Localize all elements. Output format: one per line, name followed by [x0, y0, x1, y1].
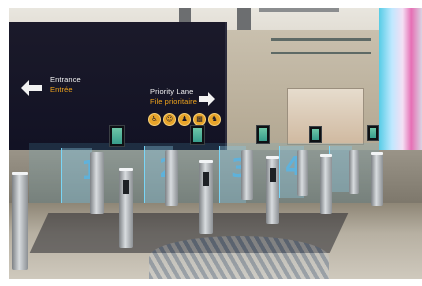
accessibility-icon: ♿ [148, 113, 161, 126]
mezzanine-railing [271, 52, 371, 54]
gate-card-reader [123, 180, 129, 194]
gate-screen [256, 125, 270, 144]
entrance-label-fr: Entrée [50, 85, 73, 94]
gate-card-reader [203, 172, 209, 186]
gate-post-light [12, 172, 28, 175]
gate-post [12, 174, 28, 270]
gate-post [320, 156, 332, 214]
arrow-left-icon [21, 80, 42, 96]
gate-post [165, 150, 178, 206]
gate-post-light [199, 160, 213, 163]
gate-screen [109, 125, 125, 147]
gate-screen [190, 125, 205, 145]
priority-lane-label-fr: File prioritaire [150, 97, 198, 106]
entrance-label: Entrance [50, 75, 81, 84]
gate-post-light [320, 154, 332, 157]
gate-post-light [266, 156, 279, 159]
ceiling-beam [259, 8, 339, 12]
ceiling-beam [179, 8, 191, 22]
person-icon: ☺ [163, 113, 176, 126]
gate-post [371, 154, 383, 206]
priority-pictograms: ♿ ☺ ♟ ▩ ♞ [148, 113, 221, 126]
airport-security-gates-photo: Entrance Entrée Priority Lane File prior… [9, 8, 422, 279]
priority-lane-label: Priority Lane [150, 87, 194, 96]
gate-post [241, 150, 253, 200]
floor-mosaic [149, 236, 329, 279]
gate-post [297, 150, 308, 196]
gate-screen [367, 125, 379, 141]
gate-card-reader [270, 168, 276, 182]
gate-screen [309, 126, 322, 143]
gate-post-light [371, 152, 383, 155]
arrow-right-icon [199, 92, 215, 106]
group-icon: ♞ [208, 113, 221, 126]
gate-post-light [119, 168, 133, 171]
gate-post [349, 150, 359, 194]
ceiling-beam [237, 8, 251, 30]
distant-security-area [287, 88, 364, 145]
gate-post [90, 152, 104, 214]
mezzanine-railing [271, 38, 371, 41]
